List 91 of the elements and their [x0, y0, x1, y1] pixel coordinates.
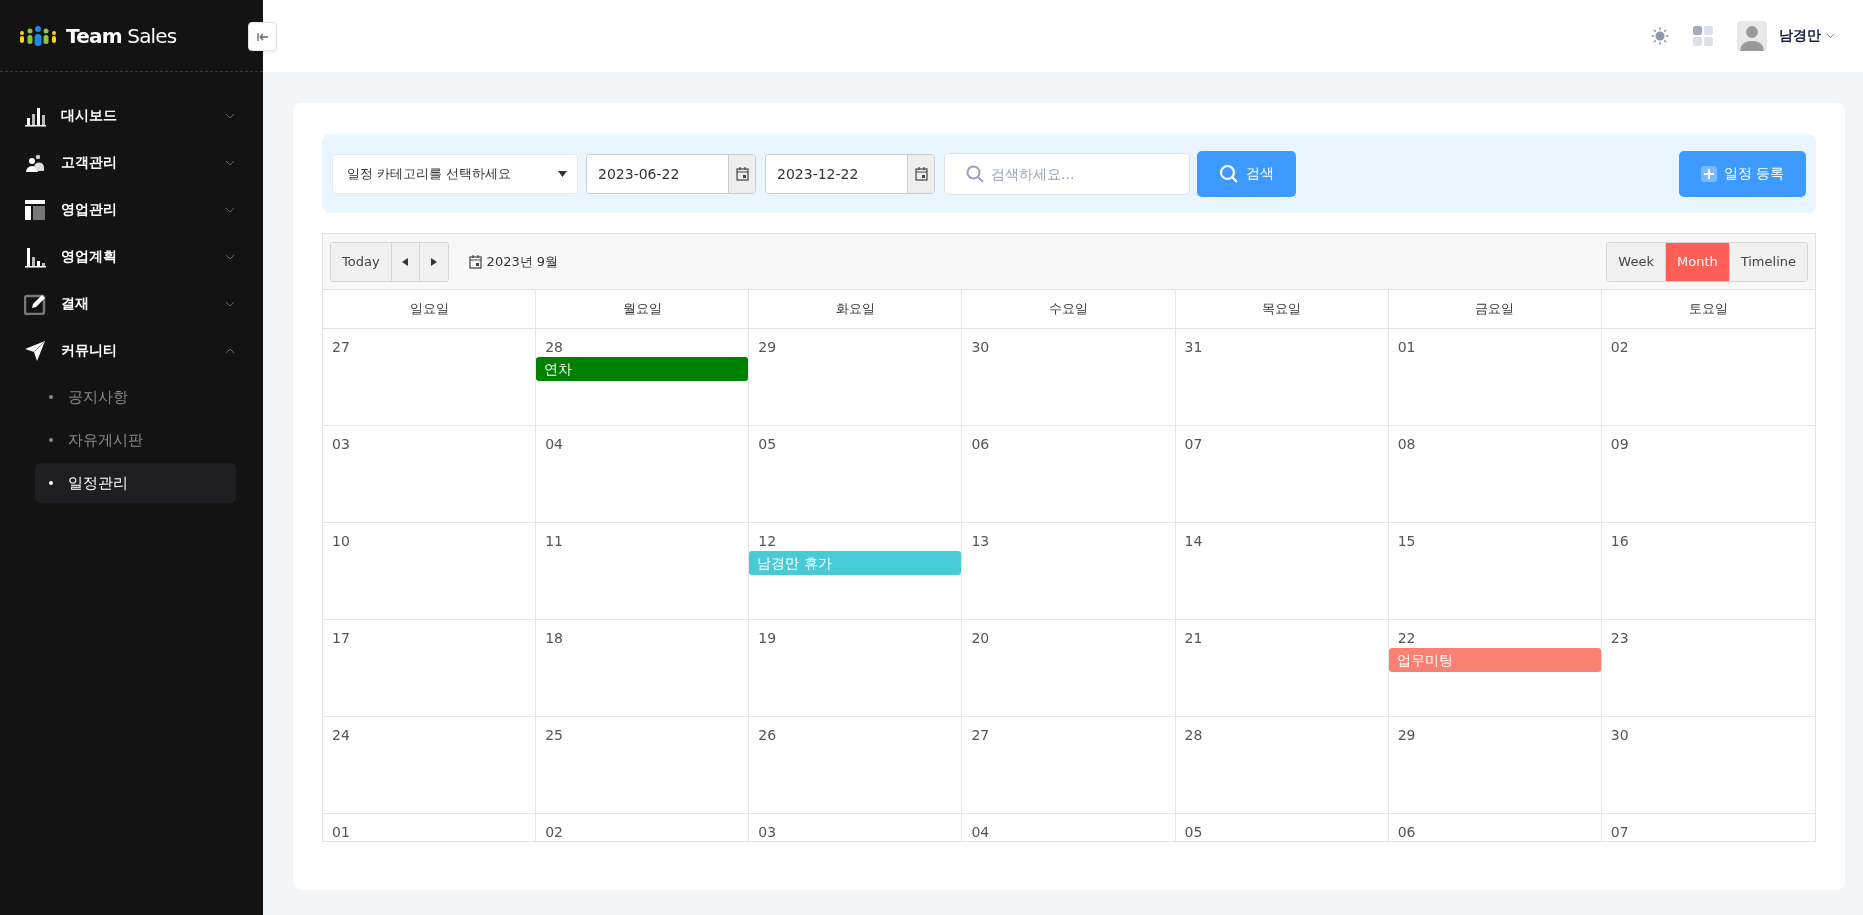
right-triangle-icon: [430, 257, 437, 266]
day-number[interactable]: 01: [1397, 339, 1416, 355]
weekday-header: 일요일: [323, 290, 537, 328]
day-number[interactable]: 09: [1610, 436, 1629, 452]
menu-item[interactable]: 고객관리: [0, 139, 263, 186]
day-number[interactable]: 02: [545, 824, 563, 840]
day-number[interactable]: 19: [758, 630, 777, 646]
day-number[interactable]: 17: [332, 630, 350, 646]
day-number[interactable]: 26: [758, 727, 777, 743]
left-triangle-icon: [402, 257, 409, 266]
day-number[interactable]: 20: [971, 630, 990, 646]
weekday-header: 수요일: [962, 290, 1176, 328]
brand-name: Team Sales: [66, 23, 177, 48]
month-title: 2023년 9월: [486, 252, 559, 271]
search-icon: [966, 164, 984, 183]
day-number[interactable]: 27: [332, 339, 350, 355]
day-number[interactable]: 28: [545, 339, 563, 355]
day-number[interactable]: 30: [971, 339, 990, 355]
date-field[interactable]: 2023-06-22: [586, 153, 756, 194]
menu-item[interactable]: 영업계획: [0, 233, 263, 280]
search-icon: [1219, 163, 1239, 184]
plus-icon: [1700, 165, 1717, 182]
day-number[interactable]: 06: [971, 436, 990, 452]
avatar-icon[interactable]: [1737, 21, 1767, 51]
calendar-icon: [735, 166, 749, 181]
paper-plane-icon: [24, 339, 46, 362]
day-number[interactable]: 12: [758, 533, 777, 549]
day-number[interactable]: 04: [971, 824, 990, 840]
day-number[interactable]: 23: [1610, 630, 1629, 646]
edit-icon: [24, 292, 46, 315]
day-number[interactable]: 05: [758, 436, 777, 452]
chart-icon: [24, 245, 46, 268]
view-tab[interactable]: Week: [1607, 242, 1666, 281]
weekday-header: 화요일: [749, 290, 963, 328]
day-number[interactable]: 16: [1610, 533, 1629, 549]
search-field[interactable]: 검색하세요...: [944, 152, 1190, 195]
day-number[interactable]: 28: [1184, 727, 1203, 743]
weekday-header: 토요일: [1687, 300, 1729, 318]
day-number[interactable]: 18: [545, 630, 563, 646]
day-number[interactable]: 03: [758, 824, 777, 840]
day-number[interactable]: 29: [758, 339, 777, 355]
menu-item[interactable]: 대시보드: [0, 92, 263, 139]
today-button[interactable]: Today: [331, 242, 392, 281]
collapse-arrow-icon: [256, 31, 269, 42]
weekday-header: 금요일: [1388, 290, 1602, 328]
day-number[interactable]: 24: [332, 727, 350, 743]
day-number[interactable]: 07: [1184, 436, 1203, 452]
day-number[interactable]: 10: [332, 533, 350, 549]
day-number[interactable]: 03: [332, 436, 350, 452]
submenu-item[interactable]: 공지사항: [35, 377, 236, 417]
day-number[interactable]: 15: [1397, 533, 1416, 549]
day-number[interactable]: 04: [545, 436, 563, 452]
calendar-event[interactable]: 연차: [536, 357, 749, 381]
apps-grid-icon[interactable]: [1693, 26, 1713, 46]
previous-button[interactable]: [391, 242, 420, 281]
day-number[interactable]: 31: [1184, 339, 1203, 355]
date-field[interactable]: 2023-12-22: [765, 153, 935, 194]
day-number[interactable]: 22: [1397, 630, 1416, 646]
dropdown-arrow-icon: [558, 170, 567, 177]
menu-item[interactable]: 커뮤니티: [0, 327, 263, 374]
day-number[interactable]: 05: [1184, 824, 1203, 840]
day-number[interactable]: 21: [1184, 630, 1203, 646]
submenu-item[interactable]: 자유게시판: [35, 420, 236, 460]
day-number[interactable]: 08: [1397, 436, 1416, 452]
day-number[interactable]: 25: [545, 727, 563, 743]
calendar-icon: [468, 254, 482, 269]
submenu-item[interactable]: 일정관리: [35, 463, 236, 503]
day-number[interactable]: 14: [1184, 533, 1203, 549]
weekday-header: 월요일: [536, 290, 750, 328]
day-number[interactable]: 02: [1610, 339, 1629, 355]
category-select[interactable]: 일정 카테고리를 선택하세요: [332, 153, 578, 194]
day-number[interactable]: 11: [545, 533, 563, 549]
day-number[interactable]: 30: [1610, 727, 1629, 743]
calendar-icon: [914, 166, 928, 181]
collapse-sidebar-button[interactable]: [248, 22, 277, 51]
next-button[interactable]: [419, 242, 448, 281]
user-menu[interactable]: 남경만: [1779, 27, 1835, 45]
menu-item[interactable]: 영업관리: [0, 186, 263, 233]
day-number[interactable]: 06: [1397, 824, 1416, 840]
sun-icon[interactable]: [1651, 27, 1669, 45]
people-logo-icon: [19, 24, 57, 47]
weekday-header: 목요일: [1175, 290, 1389, 328]
day-number[interactable]: 07: [1610, 824, 1629, 840]
layout-icon: [24, 198, 46, 221]
day-number[interactable]: 01: [332, 824, 350, 840]
day-number[interactable]: 13: [971, 533, 990, 549]
menu-item[interactable]: 결재: [0, 280, 263, 327]
chevron-icon: [1826, 33, 1835, 39]
day-number[interactable]: 27: [971, 727, 990, 743]
view-tab[interactable]: Timeline: [1729, 242, 1807, 281]
day-number[interactable]: 29: [1397, 727, 1416, 743]
